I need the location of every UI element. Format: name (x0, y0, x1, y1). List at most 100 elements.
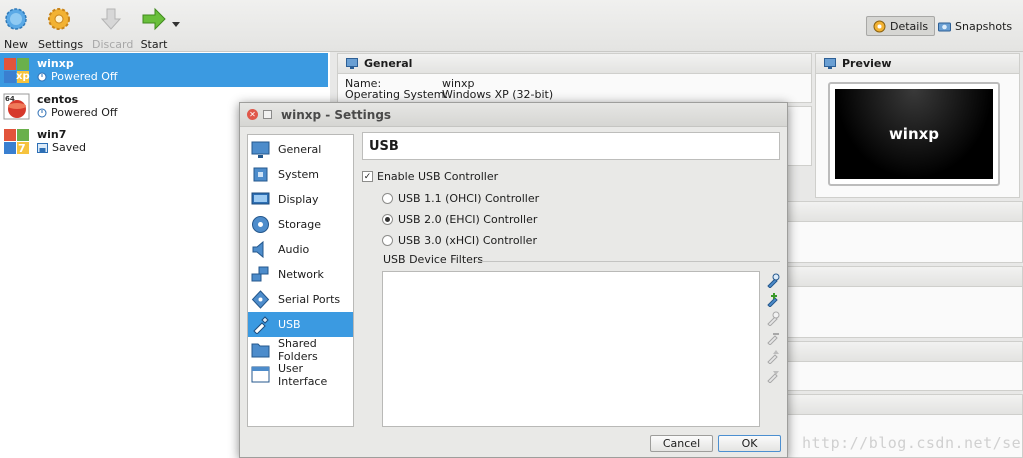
vm-name: win7 (37, 128, 67, 141)
storage-panel (787, 266, 1023, 338)
page-title: USB (362, 132, 780, 160)
snapshots-label: Snapshots (955, 19, 1013, 33)
new-label: New (4, 38, 28, 51)
settings-dialog: ✕ winxp - Settings General System Displa… (239, 102, 788, 458)
svg-text:xp: xp (16, 71, 30, 82)
display-panel (787, 201, 1023, 263)
general-panel-header[interactable]: General (338, 54, 811, 74)
serial-port-icon (251, 290, 270, 309)
usb-filters-list[interactable] (382, 271, 760, 427)
maximize-icon[interactable] (263, 110, 272, 119)
storage-disk-icon (252, 216, 269, 233)
watermark-text: http://blog.csdn.net/selous (802, 434, 1023, 452)
checkbox-checked-icon: ✓ (362, 171, 373, 182)
svg-text:7: 7 (18, 142, 26, 155)
usb-plug-icon (253, 316, 269, 334)
storage-panel-header (788, 267, 1022, 287)
monitor-icon (346, 58, 358, 69)
vm-state: Powered Off (37, 70, 118, 83)
centos-os-icon: 64 (3, 93, 30, 120)
radio-on-icon (382, 214, 393, 225)
category-label: User Interface (278, 361, 328, 388)
category-display[interactable]: Display (248, 187, 353, 212)
dialog-title: winxp - Settings (281, 107, 392, 122)
discard-button[interactable]: Discard (92, 6, 134, 51)
usb-2-0-radio[interactable]: USB 2.0 (EHCI) Controller (382, 213, 537, 226)
edit-filter-icon[interactable] (765, 311, 780, 326)
new-button[interactable]: New (3, 6, 29, 51)
category-label: Storage (278, 218, 322, 231)
saved-state-icon (37, 142, 48, 153)
start-button[interactable]: Start (140, 6, 168, 51)
move-filter-up-icon[interactable] (765, 349, 780, 364)
preview-panel: Preview winxp (815, 53, 1020, 198)
remove-filter-icon[interactable] (765, 330, 780, 345)
settings-button[interactable]: Settings (38, 6, 84, 51)
add-empty-filter-icon[interactable] (765, 273, 780, 288)
category-usb[interactable]: USB (248, 312, 353, 337)
audio-speaker-icon (252, 240, 264, 259)
display-icon (251, 192, 270, 205)
display-panel-header (788, 202, 1022, 222)
os-value: Windows XP (32-bit) (442, 88, 554, 101)
vm-name: centos (37, 93, 79, 106)
new-icon (5, 8, 27, 30)
general-panel: General Name: winxp Operating System: Wi… (337, 53, 812, 103)
details-button[interactable]: Details (866, 16, 936, 36)
category-label: Audio (278, 243, 310, 256)
vm-state: Saved (37, 141, 86, 154)
main-toolbar: New Settings Discard Start Details Snaps… (0, 0, 1023, 52)
usb-3-0-radio[interactable]: USB 3.0 (xHCI) Controller (382, 234, 537, 247)
audio-panel-header (788, 342, 1022, 362)
category-user-interface[interactable]: User Interface (248, 361, 353, 388)
settings-gear-icon (48, 8, 70, 30)
category-system[interactable]: System (248, 162, 353, 187)
category-label: USB (278, 318, 301, 331)
category-general[interactable]: General (248, 137, 353, 162)
add-device-filter-icon[interactable] (765, 292, 780, 307)
move-filter-down-icon[interactable] (765, 368, 780, 383)
powered-off-icon (37, 108, 47, 117)
general-panel-title: General (364, 57, 413, 70)
filters-separator (475, 261, 780, 262)
general-monitor-icon (251, 141, 270, 158)
system-chip-icon (253, 167, 268, 182)
category-serial-ports[interactable]: Serial Ports (248, 287, 353, 312)
category-shared-folders[interactable]: Shared Folders (248, 336, 353, 363)
category-label: System (278, 168, 320, 181)
category-label: Shared Folders (278, 336, 318, 363)
vm-state-label: Saved (52, 141, 86, 154)
settings-label: Settings (38, 38, 84, 51)
cancel-button[interactable]: Cancel (650, 435, 713, 452)
powered-off-icon (37, 72, 47, 81)
network-panel-header (788, 395, 1022, 415)
shared-folder-icon (251, 343, 270, 358)
radio-off-icon (382, 193, 393, 204)
enable-usb-checkbox[interactable]: ✓ Enable USB Controller (362, 170, 498, 183)
usb-option-label: USB 3.0 (xHCI) Controller (398, 234, 537, 247)
os-key: Operating System: (345, 88, 449, 101)
snapshots-button[interactable]: Snapshots (932, 16, 1018, 36)
snapshots-camera-icon (938, 22, 951, 31)
preview-screen: winxp (828, 82, 1000, 186)
category-label: Serial Ports (278, 293, 341, 306)
preview-panel-title: Preview (842, 57, 892, 70)
enable-usb-label: Enable USB Controller (377, 170, 499, 183)
category-network[interactable]: Network (248, 262, 353, 287)
close-icon[interactable]: ✕ (247, 109, 258, 120)
start-label: Start (140, 38, 168, 51)
dialog-titlebar[interactable]: ✕ winxp - Settings (240, 103, 787, 127)
preview-panel-header[interactable]: Preview (816, 54, 1019, 74)
windows-7-os-icon: 7 (4, 129, 29, 155)
vm-item-winxp[interactable]: xp winxp Powered Off (0, 53, 328, 87)
vm-state-label: Powered Off (51, 106, 118, 119)
category-storage[interactable]: Storage (248, 212, 353, 237)
ok-button[interactable]: OK (718, 435, 781, 452)
usb-1-1-radio[interactable]: USB 1.1 (OHCI) Controller (382, 192, 539, 205)
radio-off-icon (382, 235, 393, 246)
preview-vm-name: winxp (835, 89, 993, 179)
start-dropdown-icon[interactable] (172, 22, 180, 28)
vm-name: winxp (37, 57, 74, 70)
discard-label: Discard (92, 38, 134, 51)
category-audio[interactable]: Audio (248, 237, 353, 262)
